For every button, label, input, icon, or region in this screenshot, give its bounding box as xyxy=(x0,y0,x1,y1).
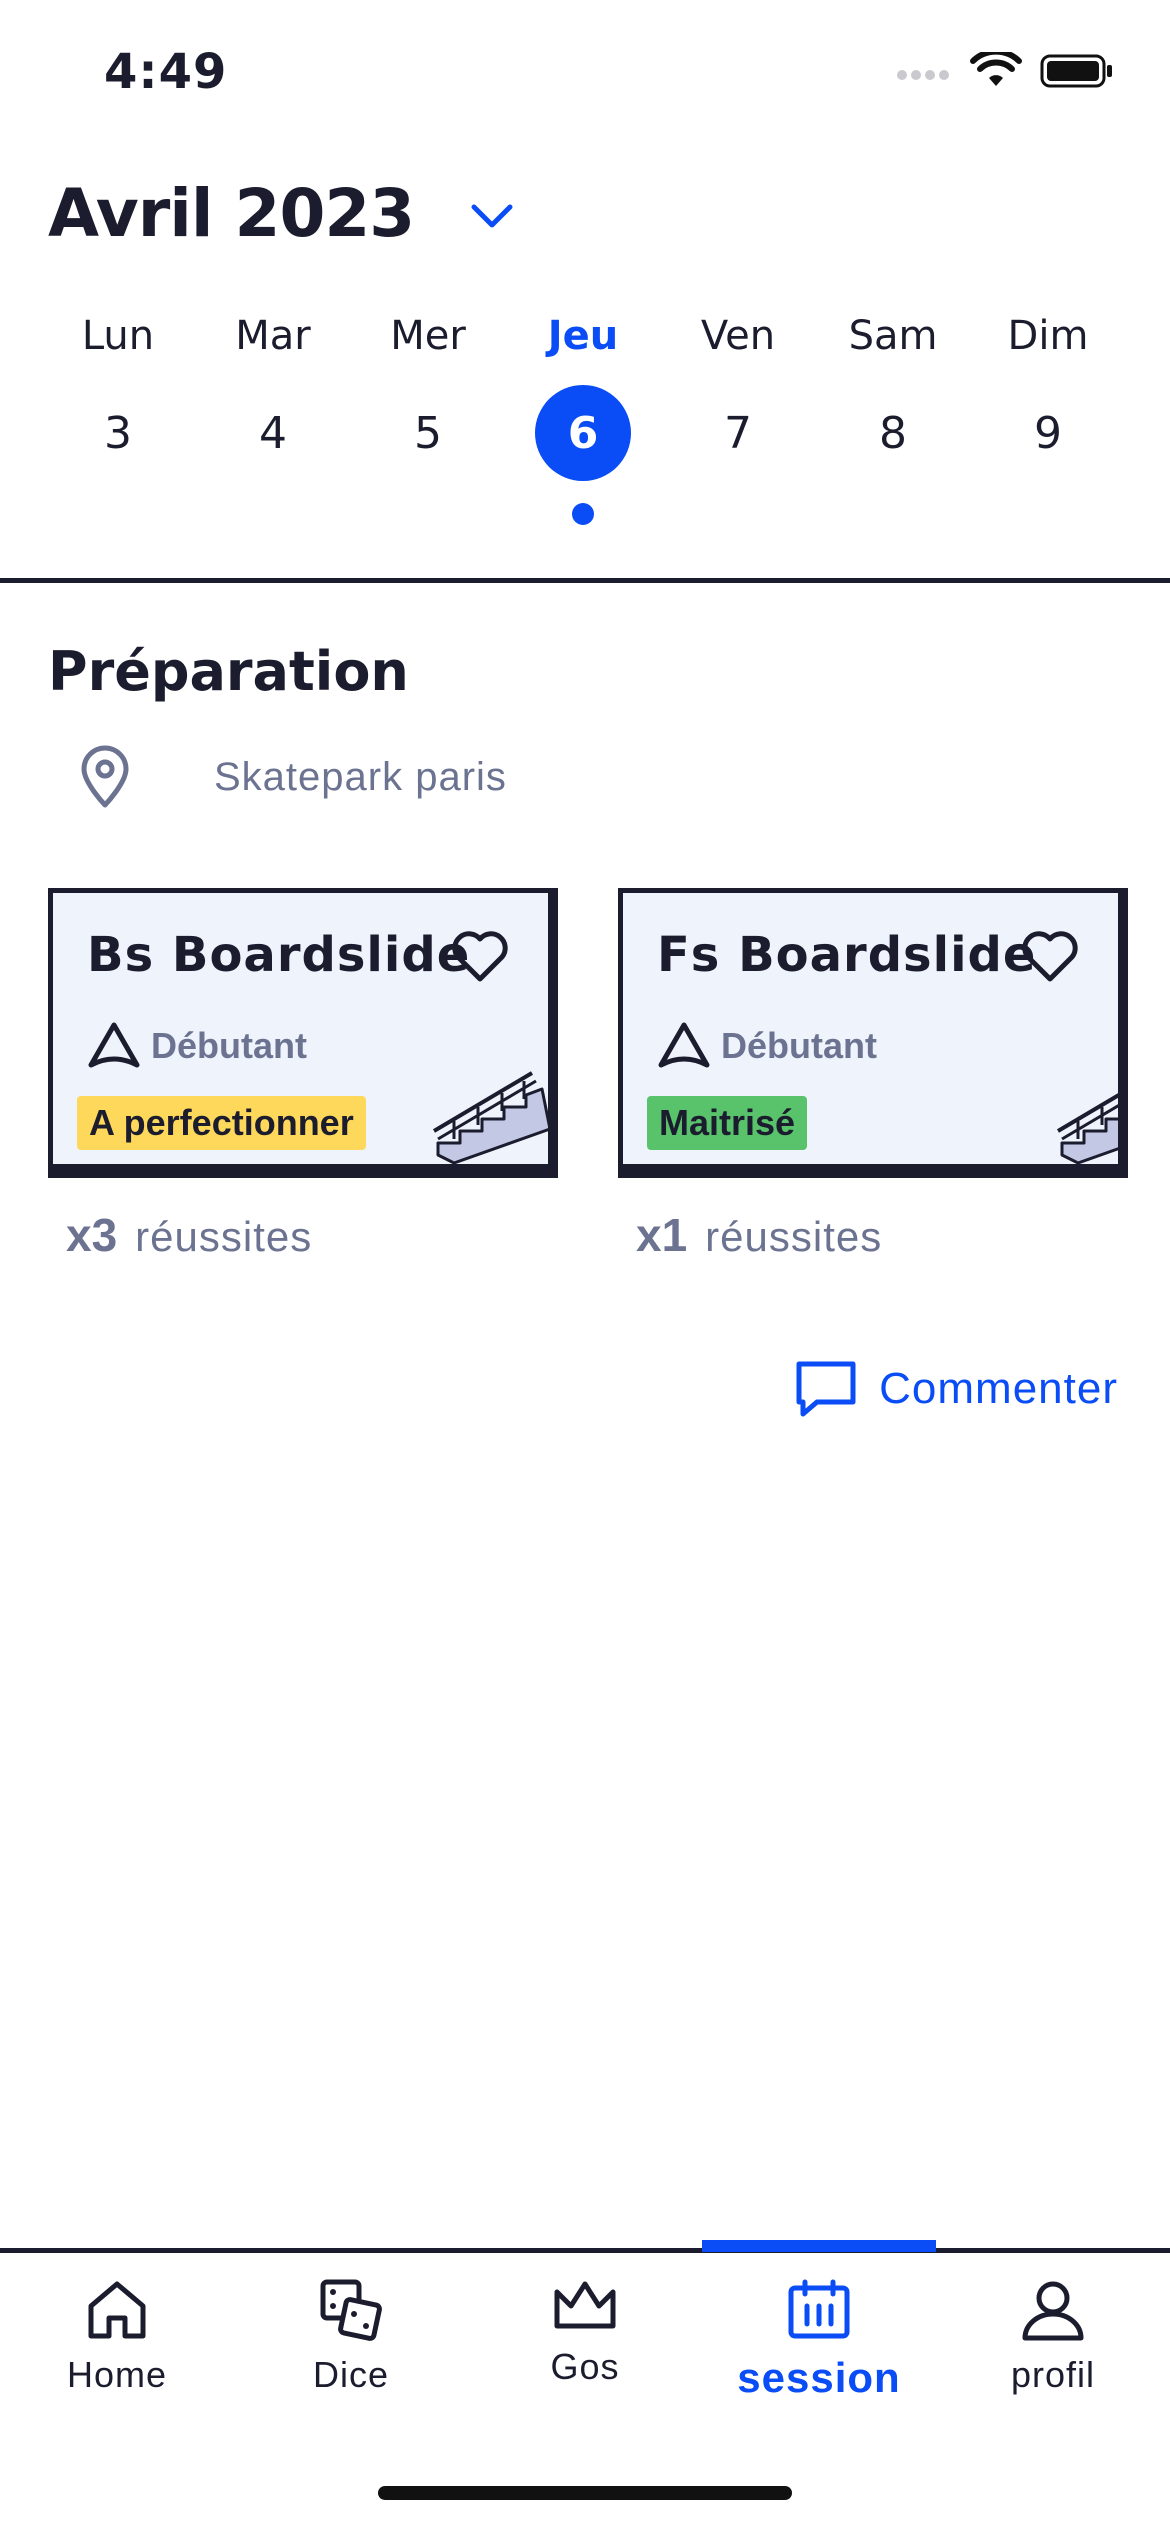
trick-name: Fs Boardslide xyxy=(657,927,1037,983)
tab-bar-border xyxy=(0,2248,1170,2253)
status-badge: A perfectionner xyxy=(77,1096,366,1150)
level-triangle-icon xyxy=(88,1022,140,1068)
trick-card[interactable]: Fs Boardslide Débutant Maitrisé x1 réuss… xyxy=(618,888,1128,1262)
active-tab-indicator xyxy=(702,2240,936,2252)
day-number: 3 xyxy=(104,407,132,459)
trick-level-label: Débutant xyxy=(721,1025,877,1066)
tab-home[interactable]: Home xyxy=(0,2278,234,2396)
day-number-selected: 6 xyxy=(535,385,631,481)
trick-level: Débutant xyxy=(87,1021,307,1071)
status-badge: Maitrisé xyxy=(647,1096,808,1150)
month-selector[interactable]: Avril 2023 xyxy=(48,175,514,252)
day-number: 9 xyxy=(1034,407,1062,459)
tab-label: profil xyxy=(1010,2354,1096,2395)
tab-label: Gos xyxy=(550,2346,620,2387)
day-tuesday[interactable]: Mar 4 xyxy=(203,305,343,525)
calendar-icon xyxy=(788,2279,850,2339)
day-number: 7 xyxy=(724,407,752,459)
day-saturday[interactable]: Sam 8 xyxy=(823,305,963,525)
location-pin-icon xyxy=(81,745,129,808)
day-monday[interactable]: Lun 3 xyxy=(48,305,188,525)
success-count: x3 réussites xyxy=(66,1208,558,1262)
crown-icon xyxy=(554,2281,616,2329)
trick-card-body[interactable]: Bs Boardslide Débutant A perfectionner xyxy=(48,888,558,1178)
event-dot xyxy=(572,503,594,525)
comment-label: Commenter xyxy=(879,1364,1118,1413)
tab-label: session xyxy=(737,2354,901,2401)
success-count-label: réussites xyxy=(705,1213,883,1260)
section-divider xyxy=(0,578,1170,583)
tab-session[interactable]: session xyxy=(702,2278,936,2402)
tab-profil[interactable]: profil xyxy=(936,2278,1170,2396)
heart-icon[interactable] xyxy=(1020,929,1080,988)
battery-icon xyxy=(1040,54,1112,88)
day-number: 5 xyxy=(414,407,442,459)
user-icon xyxy=(1022,2281,1084,2341)
trick-level-label: Débutant xyxy=(151,1025,307,1066)
stairs-rail-illustration xyxy=(1048,1059,1118,1164)
trick-card-body[interactable]: Fs Boardslide Débutant Maitrisé xyxy=(618,888,1128,1178)
chevron-down-icon[interactable] xyxy=(470,203,514,231)
day-name: Dim xyxy=(1007,313,1089,359)
week-strip: Lun 3 Mar 4 Mer 5 Jeu 6 Ven 7 Sam 8 Dim … xyxy=(48,305,1118,525)
day-name: Lun xyxy=(81,313,155,359)
dice-icon xyxy=(320,2279,382,2341)
location: Skatepark paris xyxy=(78,745,507,809)
tab-dice[interactable]: Dice xyxy=(234,2278,468,2396)
comment-button[interactable]: Commenter xyxy=(795,1360,1118,1418)
success-count: x1 réussites xyxy=(636,1208,1128,1262)
day-friday[interactable]: Ven 7 xyxy=(668,305,808,525)
location-name: Skatepark paris xyxy=(214,754,507,799)
day-name: Jeu xyxy=(547,313,619,359)
day-name: Mar xyxy=(235,313,311,359)
day-name: Sam xyxy=(848,313,938,359)
trick-card[interactable]: Bs Boardslide Débutant A perfectionner x… xyxy=(48,888,558,1262)
status-time: 4:49 xyxy=(104,44,228,100)
wifi-icon xyxy=(970,52,1022,86)
tab-gos[interactable]: Gos xyxy=(468,2278,702,2388)
success-count-label: réussites xyxy=(135,1213,313,1260)
status-icons xyxy=(896,52,1114,90)
day-wednesday[interactable]: Mer 5 xyxy=(358,305,498,525)
day-thursday[interactable]: Jeu 6 xyxy=(513,305,653,525)
level-triangle-icon xyxy=(658,1022,710,1068)
month-title: Avril 2023 xyxy=(48,175,415,252)
tab-label: Dice xyxy=(312,2354,390,2395)
comment-icon xyxy=(796,1361,856,1417)
day-number: 4 xyxy=(259,407,287,459)
day-name: Mer xyxy=(390,313,466,359)
heart-icon[interactable] xyxy=(450,929,510,988)
home-icon xyxy=(88,2281,146,2339)
trick-level: Débutant xyxy=(657,1021,877,1071)
stairs-rail-illustration xyxy=(424,1059,548,1164)
status-bar: 4:49 xyxy=(0,0,1170,150)
success-count-value: x1 xyxy=(636,1209,688,1261)
trick-name: Bs Boardslide xyxy=(87,927,471,983)
day-sunday[interactable]: Dim 9 xyxy=(978,305,1118,525)
home-indicator[interactable] xyxy=(378,2486,792,2500)
tab-label: Home xyxy=(66,2354,168,2395)
day-number: 8 xyxy=(879,407,907,459)
day-name: Ven xyxy=(700,313,776,359)
signal-icon xyxy=(897,70,949,80)
session-title: Préparation xyxy=(48,640,409,703)
success-count-value: x3 xyxy=(66,1209,118,1261)
